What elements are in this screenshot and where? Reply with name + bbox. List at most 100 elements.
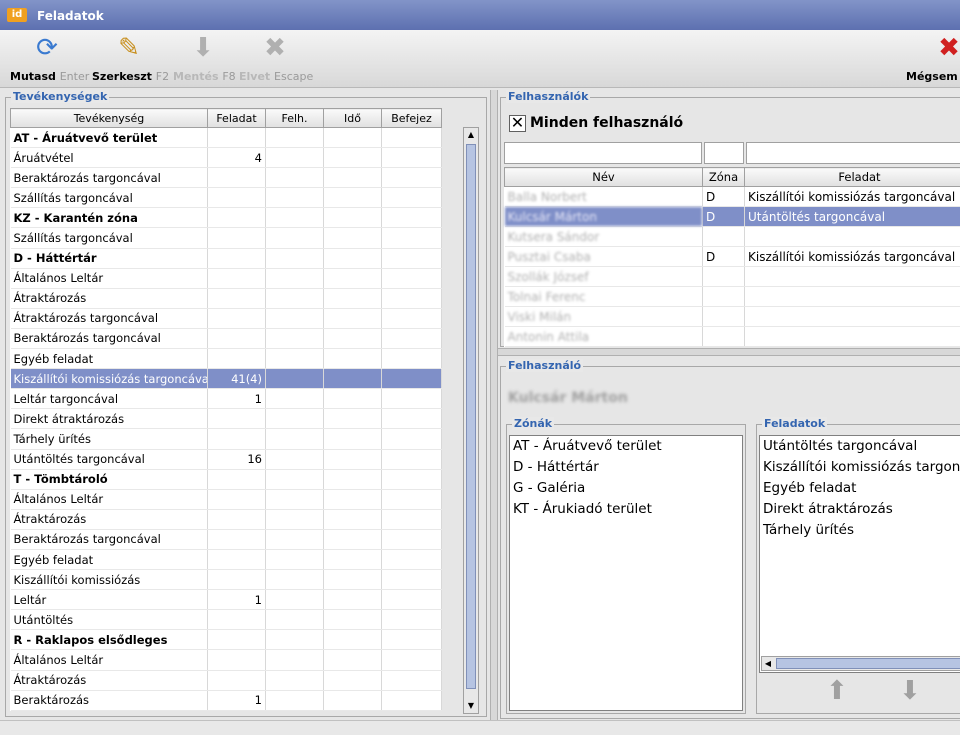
table-row[interactable]: Átraktározás xyxy=(10,509,442,530)
table-row[interactable]: Kiszállítói komissiózás xyxy=(10,569,442,591)
empty-cell xyxy=(381,670,442,691)
scroll-up-icon[interactable]: ▲ xyxy=(464,128,478,142)
user-row[interactable]: Szollák József xyxy=(504,266,960,287)
empty-cell xyxy=(323,328,382,350)
task-list-item[interactable]: Utántöltés targoncával xyxy=(760,436,960,457)
task-filter-input[interactable] xyxy=(746,142,960,164)
group-header-row[interactable]: T - Tömbtároló xyxy=(10,469,442,490)
column-header[interactable]: Név xyxy=(504,167,703,187)
empty-cell xyxy=(381,589,442,611)
arrow-down-icon[interactable]: ⬇ xyxy=(899,676,921,706)
show-button[interactable]: ⟳ Mutasd Enter xyxy=(8,30,89,88)
table-row[interactable]: Általános Leltár xyxy=(10,268,442,289)
user-row[interactable]: Kulcsár Márton D Utántöltés targoncával xyxy=(504,206,960,227)
task-count-cell xyxy=(207,268,266,289)
column-header[interactable]: Befejez xyxy=(381,108,442,128)
activity-name-cell: Átraktározás xyxy=(10,509,208,530)
column-header[interactable]: Idő xyxy=(323,108,382,128)
column-header[interactable]: Felh. xyxy=(265,108,324,128)
user-row[interactable]: Pusztai Csaba D Kiszállítói komissiózás ta… xyxy=(504,246,960,267)
column-header[interactable]: Feladat xyxy=(744,167,960,187)
table-row[interactable]: Általános Leltár xyxy=(10,489,442,510)
empty-cell xyxy=(323,529,382,550)
user-row[interactable]: Balla Norbert D Kiszállítói komissiózás ta… xyxy=(504,186,960,207)
table-row[interactable]: Beraktározás targoncával xyxy=(10,328,442,350)
table-row[interactable]: Kiszállítói komissiózás targoncával 41(4) xyxy=(10,368,442,390)
tasks-list[interactable]: Utántöltés targoncával Kiszállítói komiss… xyxy=(759,435,960,673)
zone-list-item[interactable]: D - Háttértár xyxy=(510,457,742,478)
discard-button[interactable]: ✖ Elvet Escape xyxy=(238,30,314,88)
edit-button[interactable]: ✎ Szerkeszt F2 xyxy=(90,30,170,88)
cancel-button[interactable]: ✖ Mégsem F xyxy=(900,30,960,88)
table-row[interactable]: Átraktározás xyxy=(10,288,442,309)
arrow-up-icon[interactable]: ⬆ xyxy=(826,676,848,706)
zone-list-item[interactable]: G - Galéria xyxy=(510,478,742,499)
table-row[interactable]: Szállítás targoncával xyxy=(10,187,442,209)
table-row[interactable]: Beraktározás targoncával xyxy=(10,167,442,189)
group-header-row[interactable]: D - Háttértár xyxy=(10,248,442,269)
task-count-cell xyxy=(207,207,266,229)
scroll-left-icon[interactable]: ◀ xyxy=(762,657,774,670)
task-list-item[interactable]: Kiszállítói komissiózás targoncával xyxy=(760,457,960,478)
table-row[interactable]: Átraktározás targoncával xyxy=(10,308,442,329)
empty-cell xyxy=(381,469,442,490)
zone-filter-input[interactable] xyxy=(704,142,744,164)
table-row[interactable]: Utántöltés xyxy=(10,609,442,631)
task-list-item[interactable]: Tárhely ürítés xyxy=(760,520,960,541)
table-row[interactable]: Átraktározás xyxy=(10,670,442,691)
table-row[interactable]: Utántöltés targoncával 16 xyxy=(10,449,442,470)
column-header[interactable]: Feladat xyxy=(207,108,266,128)
zone-list-item[interactable]: KT - Árukiadó terület xyxy=(510,499,742,520)
task-count-cell: 1 xyxy=(207,388,266,410)
hscroll-thumb[interactable] xyxy=(776,658,960,669)
show-label: Mutasd xyxy=(10,70,56,83)
activity-name-cell: Leltár xyxy=(10,589,208,611)
table-row[interactable]: Leltár targoncával 1 xyxy=(10,388,442,410)
scroll-down-icon[interactable]: ▼ xyxy=(464,699,478,713)
table-row[interactable]: Beraktározás 1 xyxy=(10,690,442,711)
empty-cell xyxy=(381,348,442,370)
empty-cell xyxy=(381,549,442,571)
table-row[interactable]: Beraktározás targoncával xyxy=(10,529,442,550)
zone-list-item[interactable]: AT - Áruátvevő terület xyxy=(510,436,742,457)
task-count-cell: 16 xyxy=(207,449,266,470)
zones-list[interactable]: AT - Áruátvevő terület D - Háttértár G - G… xyxy=(509,435,743,711)
user-row[interactable]: Viski Milán xyxy=(504,306,960,327)
user-zone-cell xyxy=(702,306,745,327)
user-row[interactable]: Kutsera Sándor xyxy=(504,226,960,247)
tasks-hscrollbar[interactable]: ◀ xyxy=(761,656,960,671)
user-row[interactable]: Tolnai Ferenc xyxy=(504,286,960,307)
group-header-row[interactable]: AT - Áruátvevő terület xyxy=(10,127,442,149)
task-list-item[interactable]: Direkt átraktározás xyxy=(760,499,960,520)
column-header[interactable]: Tevékenység xyxy=(10,108,208,128)
cancel-label: Mégsem F xyxy=(906,70,960,83)
save-button[interactable]: ⬇ Mentés F8 xyxy=(172,30,236,88)
table-row[interactable]: Egyéb feladat xyxy=(10,549,442,571)
all-users-checkbox[interactable]: ✕ xyxy=(509,115,526,132)
group-header-row[interactable]: R - Raklapos elsődleges xyxy=(10,629,442,651)
empty-cell xyxy=(323,589,382,611)
table-row[interactable]: Direkt átraktározás xyxy=(10,408,442,430)
table-row[interactable]: Egyéb feladat xyxy=(10,348,442,370)
table-row[interactable]: Tárhely ürítés xyxy=(10,428,442,450)
column-header[interactable]: Zóna xyxy=(702,167,745,187)
group-header-row[interactable]: KZ - Karantén zóna xyxy=(10,207,442,229)
activity-name-cell: Leltár targoncával xyxy=(10,388,208,410)
empty-cell xyxy=(265,288,324,309)
splitter-horizontal[interactable] xyxy=(498,348,960,356)
user-zone-cell xyxy=(702,286,745,307)
name-filter-input[interactable] xyxy=(504,142,702,164)
scroll-thumb[interactable] xyxy=(466,144,476,689)
table-row[interactable]: Áruátvétel 4 xyxy=(10,147,442,169)
activities-scrollbar[interactable]: ▲ ▼ xyxy=(463,127,479,714)
activity-name-cell: Beraktározás targoncával xyxy=(10,328,208,350)
table-row[interactable]: Általános Leltár xyxy=(10,649,442,671)
table-row[interactable]: Leltár 1 xyxy=(10,589,442,611)
splitter-vertical[interactable] xyxy=(490,90,498,720)
user-row[interactable]: Antonin Attila xyxy=(504,326,960,347)
empty-cell xyxy=(265,589,324,611)
task-list-item[interactable]: Egyéb feladat xyxy=(760,478,960,499)
empty-cell xyxy=(381,127,442,149)
table-row[interactable]: Szállítás targoncával xyxy=(10,227,442,249)
user-name-cell: Balla Norbert xyxy=(504,186,703,207)
